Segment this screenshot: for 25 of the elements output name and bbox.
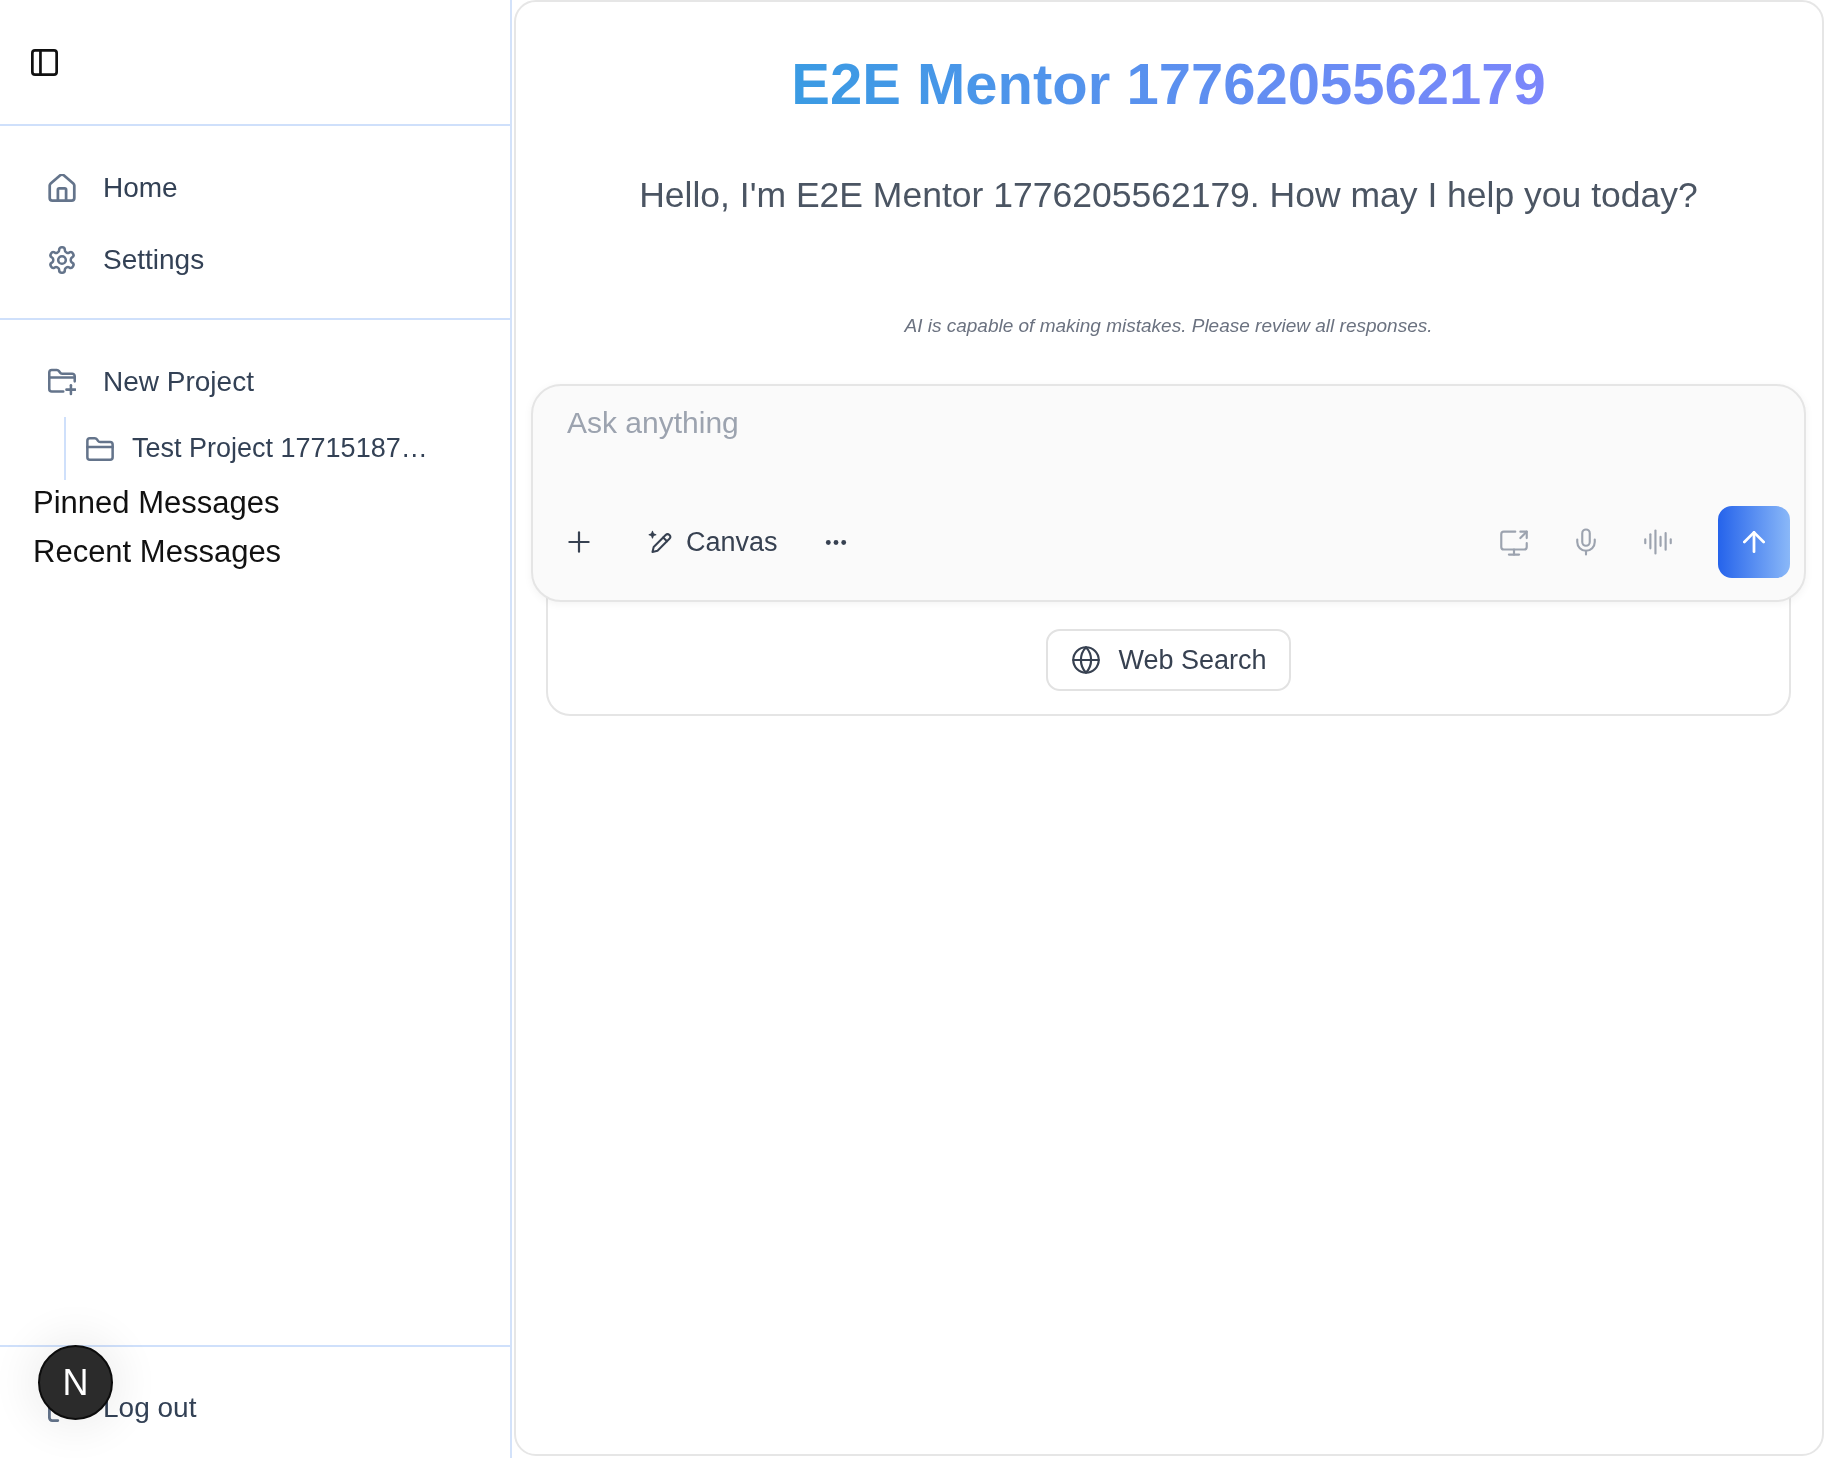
pencil-sparkle-icon [648, 529, 672, 555]
nav-item[interactable]: Settings [36, 232, 217, 288]
new-project-item[interactable]: New Project [36, 354, 266, 410]
message-composer[interactable]: Ask anything Canvas [531, 384, 1806, 602]
audio-wave-icon [1644, 529, 1672, 555]
more-icon [824, 538, 847, 546]
folder-plus-icon [48, 368, 76, 396]
plus-icon [568, 531, 590, 553]
folder-icon [86, 436, 114, 461]
section-heading: Recent Messages [33, 533, 282, 571]
sidebar-toggle-icon [31, 48, 58, 76]
nav-item[interactable]: Home [36, 160, 190, 216]
send-button[interactable] [1718, 506, 1790, 578]
web-search-button[interactable]: Web Search [1046, 629, 1291, 691]
project-item[interactable]: Test Project 17715187… [74, 417, 440, 480]
canvas-button[interactable]: Canvas [636, 518, 790, 566]
greeting-text: Hello, I'm E2E Mentor 1776205562179. How may I help you today? [639, 174, 1698, 217]
microphone-icon [1576, 528, 1596, 556]
settings-icon [48, 246, 76, 274]
screen-share-icon [1500, 528, 1528, 556]
disclaimer-text: AI is capable of making mistakes. Please review all responses. [904, 314, 1433, 338]
section-heading: Pinned Messages [33, 484, 280, 522]
message-input[interactable]: Ask anything [553, 403, 1790, 499]
home-icon [48, 174, 76, 202]
globe-icon [1072, 646, 1101, 674]
